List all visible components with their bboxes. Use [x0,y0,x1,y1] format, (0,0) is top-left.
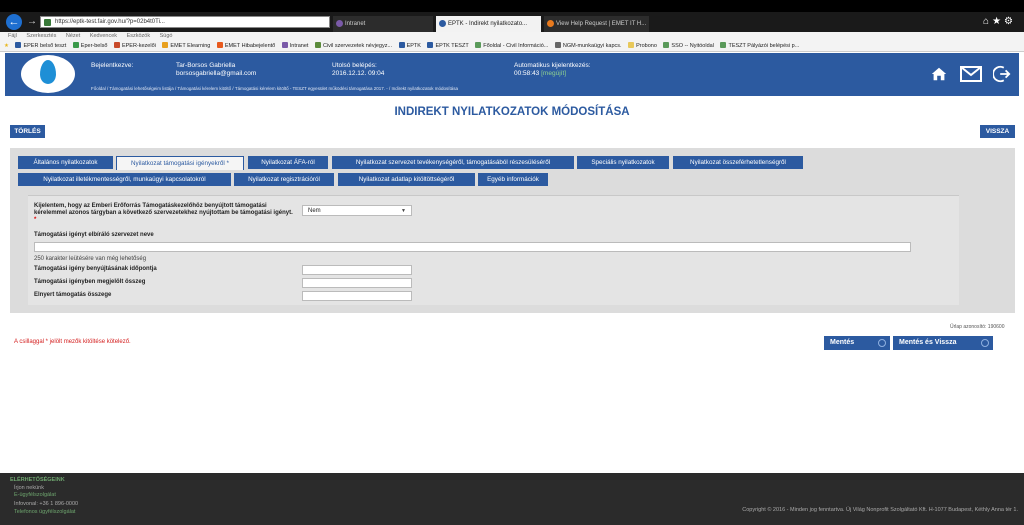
declaration-select[interactable]: Nem ▼ [302,205,412,216]
footer-link-write[interactable]: Írjon nekünk [14,485,44,491]
site-header: Bejelentkezve: Tar-Borsos Gabriella bors… [5,53,1019,96]
char-counter: 250 karakter leütésére van még lehetőség [34,256,147,262]
requested-amount-input[interactable] [302,278,412,288]
tab-vat[interactable]: Nyilatkozat ÁFA-ról [248,156,328,169]
fav-item[interactable]: Probono [628,40,657,51]
fav-item[interactable]: Civil szervezetek névjegyz... [314,40,392,51]
tab-fee-exemption[interactable]: Nyilatkozat illetékmentességről, munkaüg… [18,173,231,186]
last-login-value: 2016.12.12. 09:04 [332,70,385,77]
lock-icon [44,19,51,26]
save-circle-icon [878,339,886,347]
back-arrow-icon[interactable]: ← [6,14,22,30]
won-amount-input[interactable] [302,291,412,301]
browser-icons: ⌂★⚙ [983,16,1016,27]
help-tab-icon [547,20,554,27]
login-label: Bejelentkezve: [91,62,134,69]
mail-icon[interactable] [960,65,982,83]
required-note: A csillaggal * jelölt mezők kitöltése kö… [14,339,131,345]
footer-link-phone-service[interactable]: Telefonos ügyfélszolgálat [14,509,75,515]
window-top-bar [0,0,1024,12]
tab-label: View Help Request | EMET IT H... [556,21,647,27]
fav-item[interactable]: EPER-kezelői [113,40,156,51]
menu-tools[interactable]: Eszközök [127,33,151,39]
tab-organization-activity[interactable]: Nyilatkozat szervezet tevékenységéről, t… [332,156,574,169]
eptk-tab-icon [439,20,446,27]
gear-icon[interactable]: ⚙ [1004,16,1016,27]
tab-other-info[interactable]: Egyéb információk [478,173,548,186]
favorites-star-icon: ★ [4,43,9,49]
footer-link-e-service[interactable]: E-ügyfélszolgálat [14,492,56,498]
home-icon[interactable]: ⌂ [983,16,992,27]
submission-date-input[interactable] [302,265,412,275]
won-amount-label: Elnyert támogatás összege [34,292,112,298]
fav-item[interactable]: TESZT Pályázói belépési p... [720,40,799,51]
user-email: borsosgabriella@gmail.com [176,70,257,77]
submission-date-label: Támogatási igény benyújtásának időpontja [34,266,157,272]
form-id: Űrlap azonosító: 190600 [950,324,1005,330]
tab-label: EPTK - Indirekt nyilatkozato... [448,21,528,27]
delete-button[interactable]: TÖRLÉS [10,125,45,138]
user-name: Tar-Borsos Gabriella [176,62,236,69]
auto-logout-label: Automatikus kijelentkezés: [514,62,591,69]
menu-file[interactable]: Fájl [8,33,17,39]
tab-label: Intranet [345,21,366,27]
requested-amount-label: Támogatási igényben megjelölt összeg [34,279,146,285]
tab-form-completeness[interactable]: Nyilatkozat adatlap kitöltöttségéről [338,173,475,186]
auto-logout-timer: 00:58:43 [megújít] [514,70,567,77]
site-logo[interactable] [21,55,75,93]
forward-arrow-icon[interactable]: → [27,16,37,27]
fav-item[interactable]: EPTK TESZT [427,40,469,51]
fav-item[interactable]: EPTK [398,40,421,51]
tab-general[interactable]: Általános nyilatkozatok [18,156,113,169]
tab-intranet[interactable]: Intranet [333,16,433,32]
menu-edit[interactable]: Szerkesztés [26,33,56,39]
address-bar[interactable]: https://eptk-test.fair.gov.hu/?p=02b4t0T… [40,16,330,28]
fav-item[interactable]: EMET Hibabejelentő [216,40,275,51]
menu-view[interactable]: Nézet [66,33,80,39]
footer-heading: ELÉRHETŐSÉGEINK [10,477,65,483]
tab-registration[interactable]: Nyilatkozat regisztrációról [234,173,334,186]
org-name-input[interactable] [34,242,911,252]
menu-help[interactable]: Súgó [160,33,173,39]
save-and-back-button[interactable]: Mentés és Vissza [893,336,993,350]
browser-toolbar: ← → https://eptk-test.fair.gov.hu/?p=02b… [0,12,1024,32]
tab-support-claims[interactable]: Nyilatkozat támogatási igényekről * [116,156,244,170]
back-button[interactable]: VISSZA [980,125,1015,138]
page-title: INDIREKT NYILATKOZATOK MÓDOSÍTÁSA [394,106,630,118]
menu-bar: Fájl Szerkesztés Nézet Kedvencek Eszközö… [0,32,1024,40]
footer-copyright: Copyright © 2016 - Minden jog fenntartva… [742,507,1018,513]
fav-item[interactable]: EPER belső teszt [15,40,66,51]
address-url: https://eptk-test.fair.gov.hu/?p=02b4t0T… [55,19,165,25]
fav-item[interactable]: Intranet [281,40,308,51]
home-icon[interactable] [930,65,948,83]
fav-item[interactable]: Eper-belső [72,40,107,51]
form-area: Kijelentem, hogy az Emberi Erőforrás Tám… [28,195,959,305]
logout-icon[interactable] [993,65,1011,83]
fav-item[interactable]: EMET Elearning [162,40,210,51]
fav-item[interactable]: Főoldal - Civil Információ... [475,40,548,51]
star-icon[interactable]: ★ [992,16,1004,27]
footer [0,473,1024,525]
favorites-bar: ★ EPER belső teszt Eper-belső EPER-kezel… [0,40,1024,52]
map-pin-icon [40,60,56,84]
save-button[interactable]: Mentés [824,336,890,350]
org-name-label: Támogatási igényt elbíráló szervezet nev… [34,232,154,238]
intranet-tab-icon [336,20,343,27]
breadcrumb[interactable]: Főoldal / Támogatási lehetőségeim listáj… [91,86,458,91]
declaration-label: Kijelentem, hogy az Emberi Erőforrás Tám… [34,203,293,223]
chevron-down-icon: ▼ [401,208,406,214]
tab-help-request[interactable]: View Help Request | EMET IT H... [544,16,649,32]
tab-special[interactable]: Speciális nyilatkozatok [577,156,669,169]
tab-conflict-of-interest[interactable]: Nyilatkozat összeférhetetlenségről [673,156,803,169]
last-login-label: Utolsó belépés: [332,62,377,69]
menu-favorites[interactable]: Kedvencek [90,33,117,39]
footer-infoline: Infovonal: +36 1 896-0000 [14,501,79,507]
fav-item[interactable]: NGM-munkaügyi kapcs. [554,40,622,51]
fav-item[interactable]: SSO -- Nyitóoldal [663,40,714,51]
renew-session-link[interactable]: [megújít] [541,70,566,77]
tab-eptk[interactable]: EPTK - Indirekt nyilatkozato... [436,16,541,32]
save-back-circle-icon [981,339,989,347]
